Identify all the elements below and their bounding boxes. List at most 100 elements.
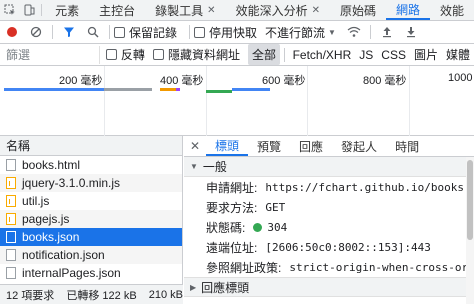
response-headers-section-header[interactable]: ▶ 回應標頭	[184, 277, 474, 297]
network-toolbar: 保留記錄 停用快取 不進行節流 ▼	[0, 21, 474, 44]
tab-label: 網路	[395, 2, 420, 17]
inspect-element-icon[interactable]	[0, 0, 19, 20]
header-row: 申請網址: https://fchart.github.io/books.jso…	[184, 177, 474, 197]
timeline-bar	[160, 88, 176, 91]
transferred-size: 已轉移 122 kB	[66, 289, 137, 302]
request-row[interactable]: notification.json	[0, 246, 182, 264]
timeline-tick: 200 毫秒	[59, 75, 103, 87]
tab-label: 效能	[440, 3, 465, 18]
download-icon	[406, 27, 415, 38]
disable-cache-checkbox[interactable]: 停用快取	[194, 24, 257, 41]
divider	[41, 4, 43, 16]
tab-performance[interactable]: 效能	[430, 0, 474, 20]
tab-label: 效能深入分析	[235, 3, 308, 18]
filter-type-fetch-xhr[interactable]: Fetch/XHR	[289, 46, 356, 64]
timeline-tick: 600 毫秒	[262, 75, 306, 87]
header-value: GET	[265, 200, 286, 214]
tab-network[interactable]: 網路	[385, 0, 430, 20]
tab-console[interactable]: 主控台	[89, 0, 145, 20]
hide-data-urls-checkbox[interactable]: 隱藏資料網址	[152, 46, 240, 63]
tab-response[interactable]: 回應	[290, 136, 332, 156]
document-icon	[6, 159, 16, 171]
tab-label: 回應	[299, 139, 324, 154]
export-har-button[interactable]	[399, 21, 423, 43]
request-row[interactable]: books.html	[0, 156, 182, 174]
disable-cache-label: 停用快取	[209, 25, 258, 40]
close-icon[interactable]: ✕	[312, 5, 320, 16]
request-row[interactable]: util.js	[0, 192, 182, 210]
checkbox-box[interactable]	[194, 26, 206, 38]
request-name: jquery-3.1.0.min.js	[22, 176, 121, 190]
filter-type-css[interactable]: CSS	[377, 46, 410, 64]
checkbox-box[interactable]	[114, 26, 125, 38]
invert-checkbox[interactable]: 反轉	[105, 46, 145, 63]
triangle-down-icon: ▼	[190, 162, 198, 171]
filter-type-all[interactable]: 全部	[247, 44, 280, 65]
tab-label: 標頭	[215, 138, 240, 153]
filter-bar: 篩選 反轉 隱藏資料網址 全部 Fetch/XHR JS CSS 圖片 媒體	[0, 44, 474, 66]
header-value: strict-origin-when-cross-origin	[289, 260, 474, 274]
grid-line	[409, 66, 410, 136]
status-ok-icon	[253, 222, 263, 232]
filter-button[interactable]	[57, 21, 81, 43]
script-file-icon	[6, 195, 16, 207]
preserve-log-label: 保留記錄	[129, 25, 178, 40]
tab-sources[interactable]: 原始碼	[330, 0, 386, 20]
search-button[interactable]	[81, 21, 105, 43]
details-tabbar: ✕ 標頭 預覽 回應 發起人 時間	[184, 136, 474, 157]
request-row[interactable]: jquery-3.1.0.min.js	[0, 174, 182, 192]
timeline-bar	[232, 88, 270, 91]
throttle-select[interactable]: 不進行節流 ▼	[265, 24, 336, 41]
timeline-bar	[4, 88, 104, 91]
request-name: internalPages.json	[22, 266, 121, 280]
tab-label: 錄製工具	[155, 3, 204, 18]
record-button[interactable]	[0, 21, 24, 43]
scrollbar-thumb[interactable]	[467, 160, 473, 240]
tab-elements[interactable]: 元素	[45, 0, 89, 20]
timeline-tick: 400 毫秒	[160, 75, 204, 87]
tab-label: 元素	[55, 3, 80, 18]
network-conditions-button[interactable]	[342, 21, 366, 43]
header-key: 遠端位址:	[206, 240, 258, 255]
timeline-overview[interactable]: 200 毫秒 400 毫秒 600 毫秒 800 毫秒 1000	[0, 66, 474, 136]
grid-line	[206, 66, 207, 136]
request-row-selected[interactable]: books.json	[0, 228, 182, 246]
filter-input[interactable]: 篩選	[0, 45, 100, 64]
record-icon	[7, 27, 17, 37]
network-statusbar: 12 項要求 已轉移 122 kB 210 kB	[0, 284, 183, 304]
request-row[interactable]: internalPages.json	[0, 264, 182, 282]
device-toolbar-icon[interactable]	[19, 0, 38, 20]
checkbox-box[interactable]	[152, 49, 164, 60]
tab-timing[interactable]: 時間	[386, 136, 428, 156]
filter-type-js[interactable]: JS	[355, 46, 377, 64]
header-key: 狀態碼:	[206, 220, 246, 235]
checkbox-box[interactable]	[105, 49, 117, 60]
tab-initiator[interactable]: 發起人	[332, 136, 386, 156]
tab-recorder[interactable]: 錄製工具 ✕	[145, 0, 225, 20]
import-har-button[interactable]	[375, 21, 399, 43]
wifi-settings-icon	[347, 26, 361, 37]
clear-button[interactable]	[24, 21, 48, 43]
timeline-bar	[176, 88, 180, 91]
divider	[283, 47, 285, 62]
preserve-log-checkbox[interactable]: 保留記錄	[114, 24, 177, 41]
tab-performance-insights[interactable]: 效能深入分析 ✕	[226, 0, 330, 20]
tab-preview[interactable]: 預覽	[248, 136, 290, 156]
close-icon[interactable]: ✕	[207, 5, 215, 16]
request-row[interactable]: pagejs.js	[0, 210, 182, 228]
tab-label: 時間	[395, 139, 420, 154]
filter-type-img[interactable]: 圖片	[410, 44, 442, 65]
tab-headers[interactable]: 標頭	[206, 136, 249, 156]
filter-type-media[interactable]: 媒體	[442, 44, 474, 65]
general-section-header[interactable]: ▼ 一般	[184, 157, 474, 177]
close-icon[interactable]: ✕	[184, 136, 206, 156]
divider	[369, 25, 371, 39]
header-value: [2606:50c0:8002::153]:443	[265, 240, 431, 254]
search-icon	[87, 26, 99, 38]
request-name: notification.json	[22, 248, 105, 262]
header-key: 參照網址政策:	[206, 260, 282, 275]
request-count: 12 項要求	[6, 289, 55, 302]
header-key: 要求方法:	[206, 200, 258, 215]
name-column-header[interactable]: 名稱	[0, 136, 182, 156]
request-details: ✕ 標頭 預覽 回應 發起人 時間 ▼ 一般 申請網址: https://fch…	[184, 136, 474, 304]
